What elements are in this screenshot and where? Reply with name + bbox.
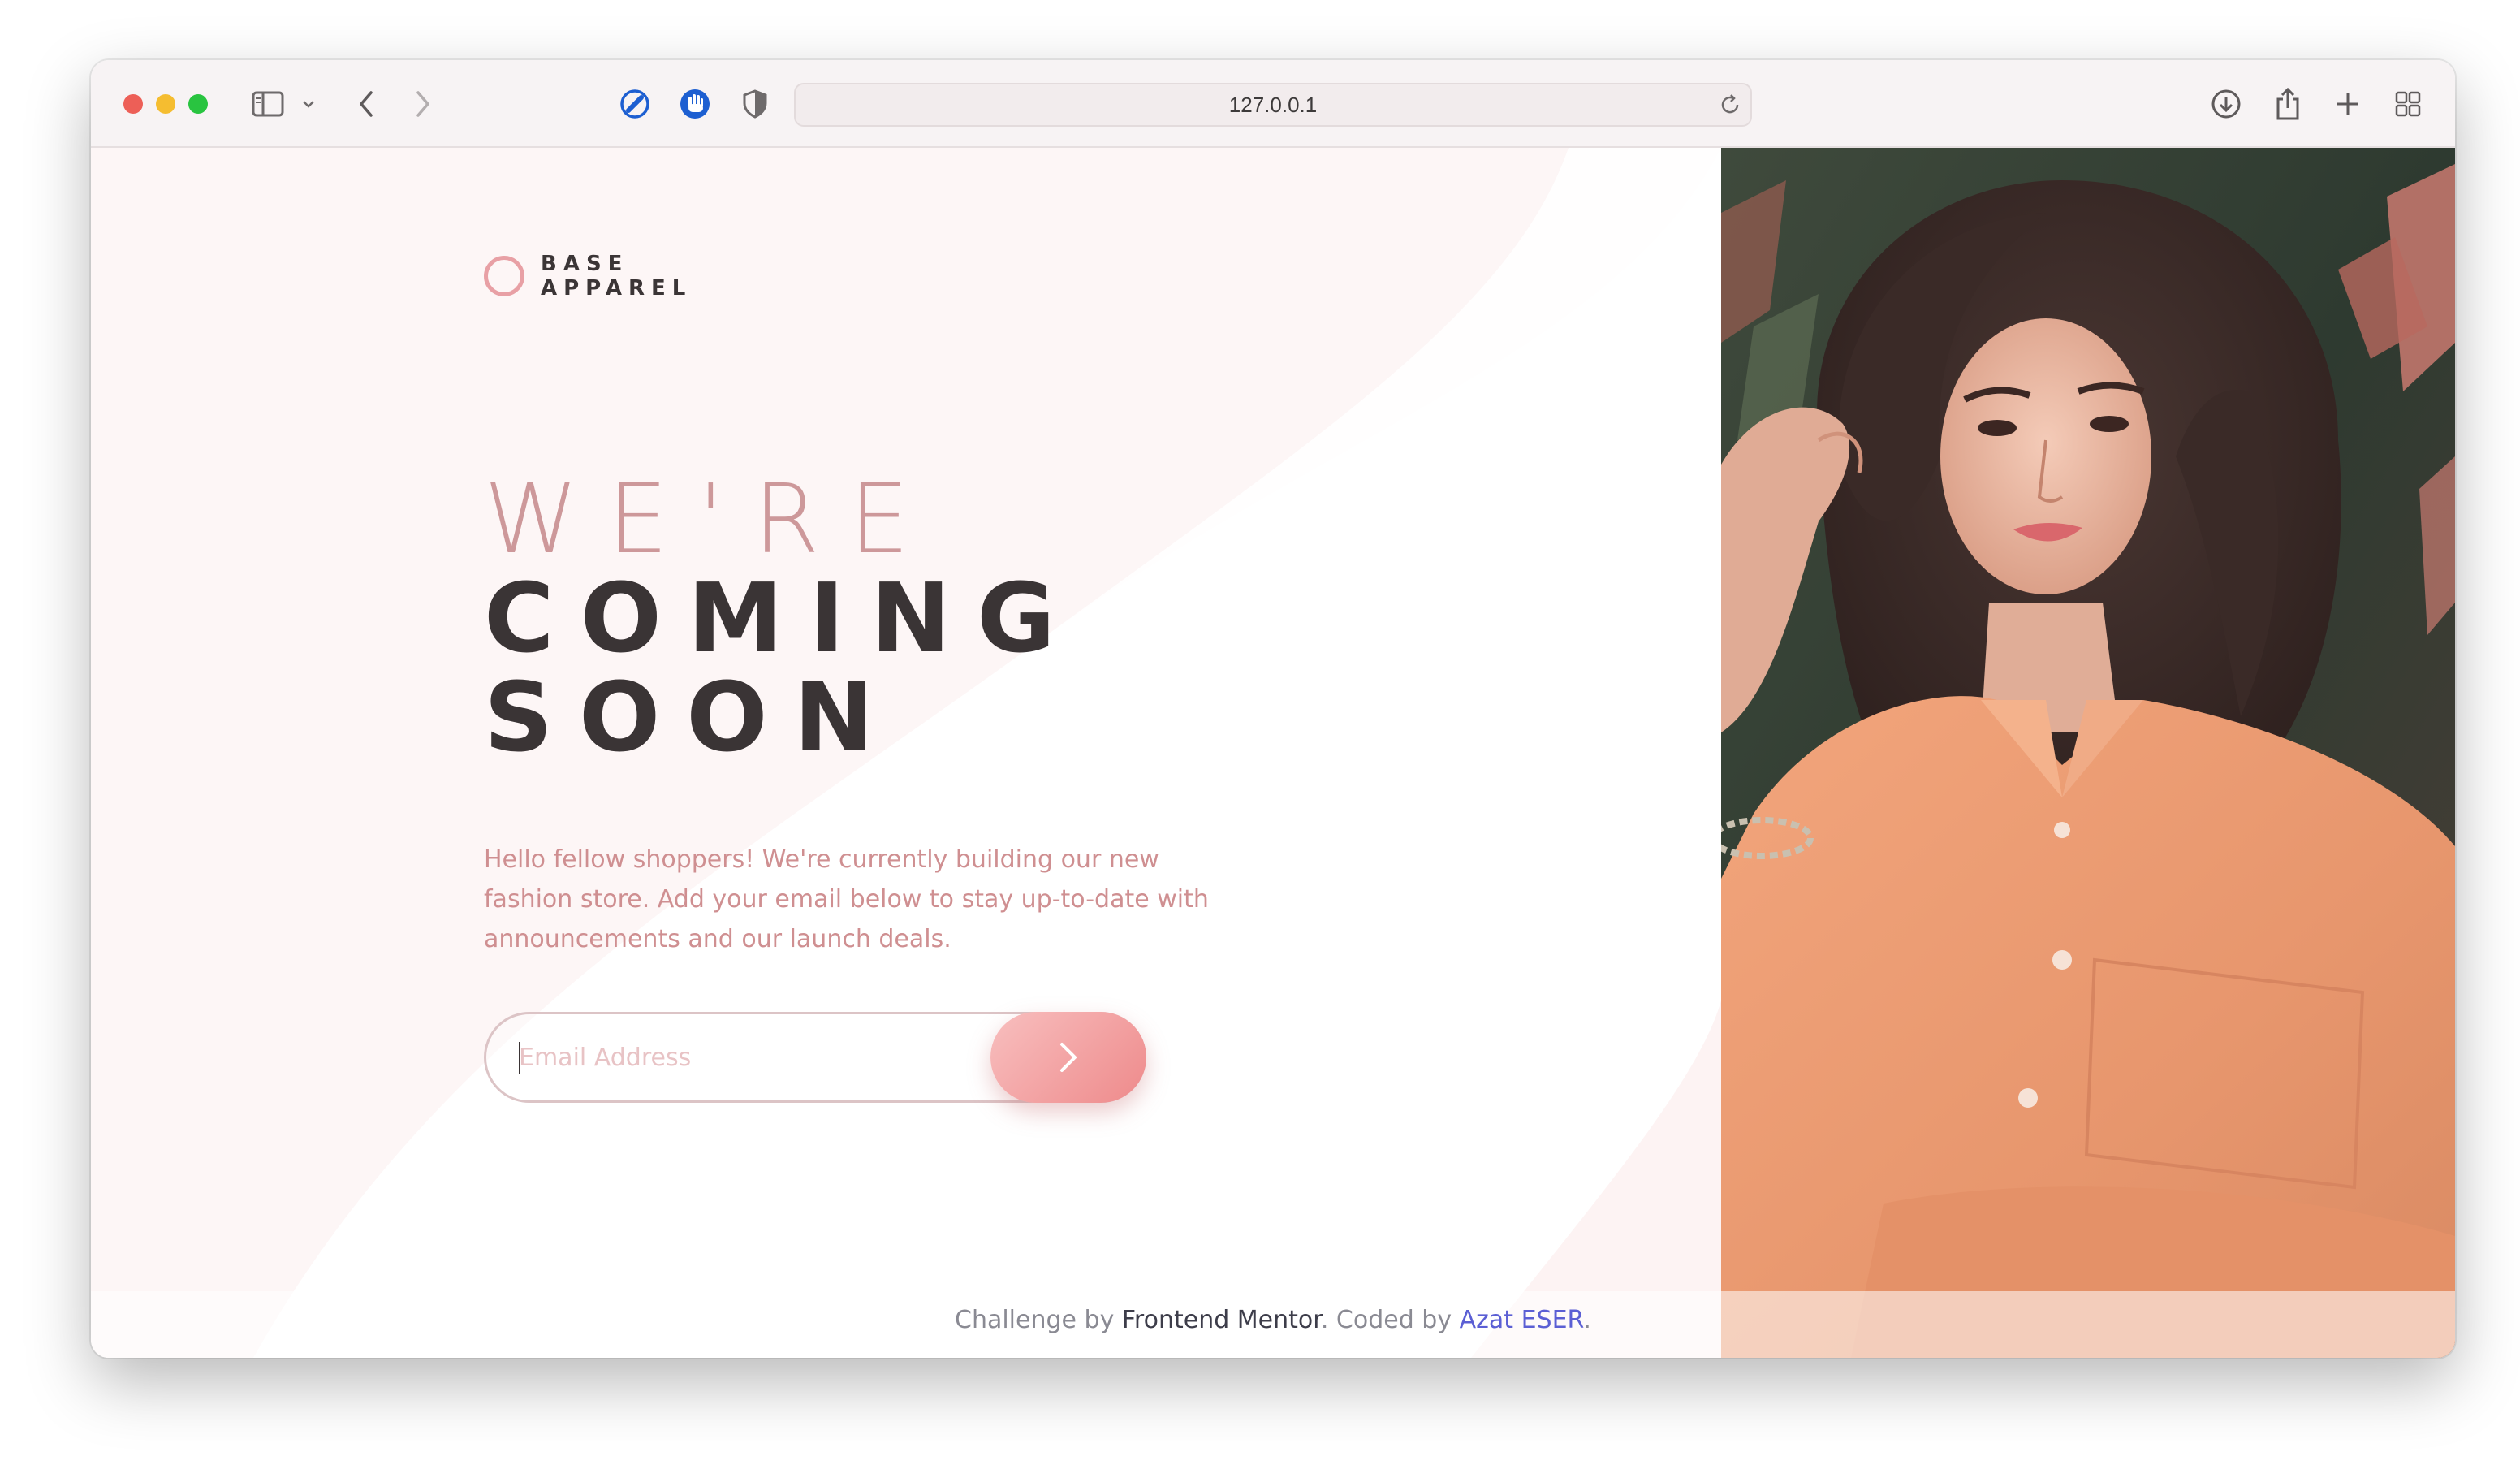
back-icon[interactable]: [354, 83, 378, 125]
url-bar[interactable]: 127.0.0.1: [794, 83, 1752, 127]
chevron-right-icon: [1060, 1043, 1077, 1072]
logo-line-2: APPAREL: [541, 276, 693, 300]
frontend-mentor-link[interactable]: Frontend Mentor: [1122, 1306, 1321, 1334]
compass-icon[interactable]: [617, 83, 653, 125]
close-window-button[interactable]: [123, 94, 143, 114]
hand-icon[interactable]: [677, 83, 713, 125]
model-photo-image: [1721, 148, 2455, 1358]
heading-light: WE'RE: [484, 463, 939, 575]
footer-suffix: .: [1583, 1306, 1591, 1334]
share-icon[interactable]: [2270, 83, 2306, 125]
logo-ring-icon: [484, 256, 524, 296]
browser-toolbar: 127.0.0.1: [91, 60, 2455, 148]
forward-icon[interactable]: [411, 83, 435, 125]
brand-logo[interactable]: BASE APPAREL: [484, 252, 692, 300]
tabs-grid-icon[interactable]: [2392, 83, 2424, 125]
plus-icon[interactable]: [2332, 83, 2364, 125]
page-content: BASE APPAREL WE'RE COMING SOON Hello fel…: [91, 148, 2455, 1358]
logo-line-1: BASE: [541, 252, 629, 276]
browser-window: 127.0.0.1 BASE APPAREL WE'RE COMING SOON…: [91, 60, 2455, 1358]
footer-mid: . Coded by: [1320, 1306, 1460, 1334]
description-line-3: announcements and our launch deals.: [484, 925, 951, 953]
hero-photo: [1721, 148, 2455, 1358]
minimize-window-button[interactable]: [156, 94, 175, 114]
logo-wordmark: BASE APPAREL: [541, 252, 692, 300]
description-line-1: Hello fellow shoppers! We're currently b…: [484, 845, 1159, 874]
chevron-down-icon[interactable]: [299, 83, 318, 125]
download-icon[interactable]: [2208, 83, 2244, 125]
left-panel: BASE APPAREL WE'RE COMING SOON Hello fel…: [91, 148, 1721, 1358]
heading-dark: COMING SOON: [484, 568, 1081, 767]
sidebar-icon[interactable]: [250, 83, 286, 125]
heading-dark-line-2: SOON: [484, 661, 900, 773]
email-input[interactable]: [519, 1032, 973, 1083]
footer-prefix: Challenge by: [955, 1306, 1122, 1334]
attribution-footer: Challenge by Frontend Mentor. Coded by A…: [955, 1306, 1591, 1334]
heading-dark-line-1: COMING: [484, 562, 1081, 674]
shield-icon[interactable]: [739, 83, 771, 125]
url-text: 127.0.0.1: [1228, 92, 1318, 117]
subscribe-form: [484, 1012, 1146, 1103]
zoom-window-button[interactable]: [188, 94, 208, 114]
description-line-2: fashion store. Add your email below to s…: [484, 885, 1209, 914]
submit-button[interactable]: [990, 1012, 1146, 1103]
description-text: Hello fellow shoppers! We're currently b…: [484, 840, 1215, 959]
reload-icon[interactable]: [1718, 93, 1742, 120]
author-link[interactable]: Azat ESER: [1460, 1306, 1584, 1334]
text-caret: [519, 1042, 520, 1074]
